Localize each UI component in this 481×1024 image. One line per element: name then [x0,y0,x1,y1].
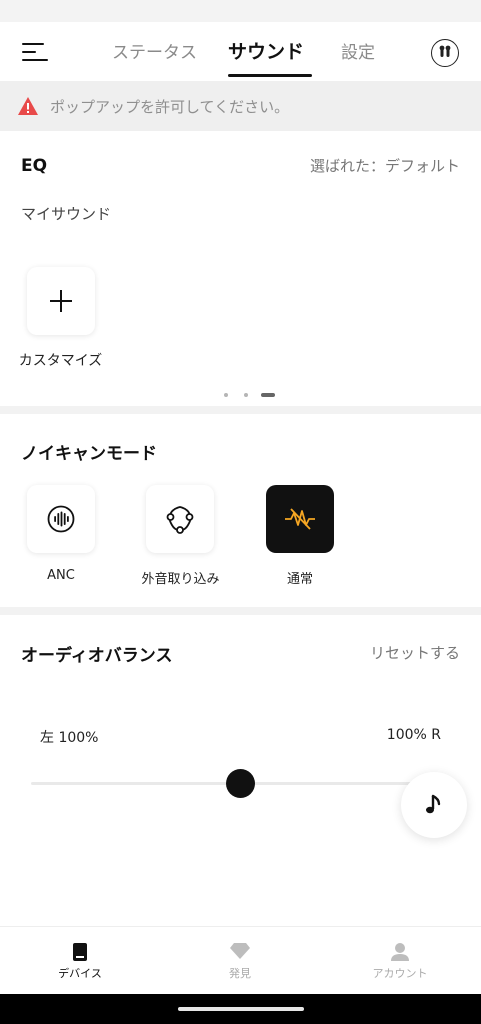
warning-icon [18,97,38,115]
anc-mode-button[interactable] [27,485,95,553]
bottom-navigation: デバイス 発見 アカウント [0,926,481,994]
earbuds-icon[interactable] [431,39,459,67]
section-divider [0,406,481,414]
normal-label: 通常 [286,572,313,587]
noise-mode-title: ノイキャンモード [21,444,157,464]
customize-label: カスタマイズ [18,353,103,369]
transparency-icon [166,506,194,534]
nav-account[interactable]: アカウント [320,927,480,995]
nav-discover[interactable]: 発見 [160,927,320,995]
discover-diamond-icon [230,943,250,959]
customize-eq-button[interactable] [27,267,95,335]
nav-discover-label: 発見 [229,967,251,980]
active-tab-underline [228,74,312,77]
nav-device[interactable]: デバイス [0,927,160,995]
menu-icon[interactable] [22,42,48,62]
nav-account-label: アカウント [372,967,428,980]
balance-slider-thumb[interactable] [226,769,255,798]
home-indicator[interactable] [178,1007,304,1011]
audio-balance-title: オーディオバランス [21,646,173,666]
normal-mode-button[interactable] [266,485,334,553]
popup-permission-banner[interactable]: ポップアップを許可してください。 [0,81,481,131]
page-dot-active [261,393,275,397]
anc-waveform-icon [47,505,75,533]
music-note-icon [426,794,441,814]
reset-button[interactable]: リセットする [370,642,460,663]
plus-icon [50,290,72,312]
home-indicator-area [0,994,481,1024]
music-player-button[interactable] [401,772,467,838]
banner-text: ポップアップを許可してください。 [50,98,290,116]
eq-selected-preset[interactable]: 選ばれた：デフォルト [310,155,460,176]
page-dot [244,393,248,397]
transparency-mode-button[interactable] [146,485,214,553]
eq-title: EQ [21,156,48,176]
tab-sound[interactable]: サウンド [228,37,304,64]
tab-status[interactable]: ステータス [112,38,197,63]
left-balance-label: 左 100% [40,730,99,746]
top-strip [0,0,481,22]
section-divider [0,607,481,615]
header: ステータス サウンド 設定 [0,22,481,80]
nav-device-label: デバイス [58,967,102,980]
page-dot [224,393,228,397]
my-sound-label: マイサウンド [21,205,112,223]
tab-settings[interactable]: 設定 [341,38,375,63]
transparency-label: 外音取り込み [141,572,220,587]
right-balance-label: 100% R [386,727,441,743]
normal-mode-icon [285,508,315,530]
account-icon [391,943,409,961]
anc-label: ANC [47,568,75,583]
device-icon [73,943,87,961]
